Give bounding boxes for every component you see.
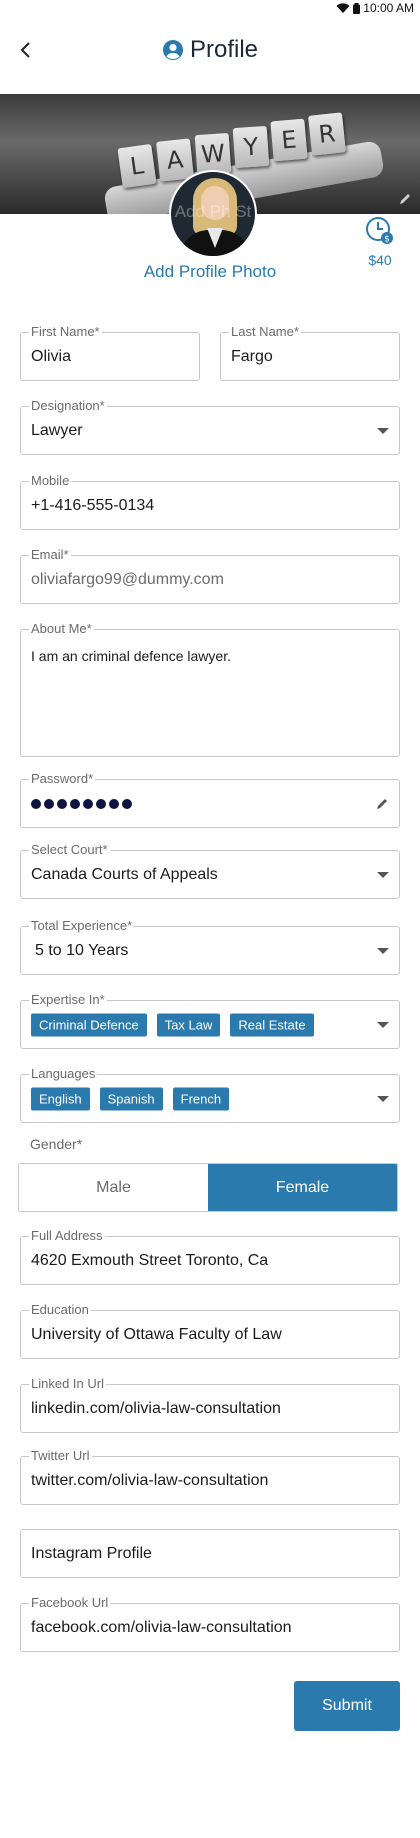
language-chip[interactable]: Spanish	[99, 1087, 163, 1110]
court-label: Select Court*	[29, 842, 110, 858]
address-label: Full Address	[29, 1228, 105, 1244]
mobile-field[interactable]: Mobile +1-416-555-0134	[20, 473, 400, 530]
avatar-overlay-text: Add Ph St	[174, 202, 252, 221]
experience-value: 5 to 10 Years	[35, 941, 129, 959]
facebook-value: facebook.com/olivia-law-consultation	[31, 1618, 292, 1636]
password-dot	[70, 798, 80, 809]
pencil-icon[interactable]	[375, 797, 389, 811]
address-value: 4620 Exmouth Street Toronto, Ca	[31, 1251, 269, 1269]
email-value: oliviafargo99@dummy.com	[31, 570, 224, 588]
court-value: Canada Courts of Appeals	[31, 865, 218, 883]
linkedin-label: Linked In Url	[29, 1376, 106, 1392]
gender-option-male[interactable]: Male	[19, 1164, 208, 1211]
password-field[interactable]: Password*	[20, 771, 400, 828]
about-me-textarea[interactable]: About Me* I am an criminal defence lawye…	[20, 621, 400, 757]
chevron-down-icon	[377, 871, 389, 878]
last-name-value: Fargo	[231, 347, 273, 365]
languages-label: Languages	[29, 1066, 98, 1082]
linkedin-field[interactable]: Linked In Url linkedin.com/olivia-law-co…	[20, 1376, 400, 1433]
experience-label: Total Experience*	[29, 918, 135, 934]
expertise-label: Expertise In*	[29, 992, 107, 1008]
languages-select[interactable]: Languages English Spanish French	[20, 1066, 400, 1123]
password-dot	[31, 798, 41, 809]
clock-dollar-icon: $	[366, 217, 393, 245]
password-dot	[57, 798, 67, 809]
cover-tile: L	[117, 143, 157, 189]
gender-toggle: Male Female	[18, 1163, 398, 1212]
first-name-field[interactable]: First Name* Olivia	[20, 324, 200, 381]
address-field[interactable]: Full Address 4620 Exmouth Street Toronto…	[20, 1228, 400, 1285]
expertise-chip[interactable]: Tax Law	[156, 1013, 221, 1036]
email-field[interactable]: Email* oliviafargo99@dummy.com	[20, 547, 400, 604]
mobile-value: +1-416-555-0134	[31, 496, 155, 514]
education-label: Education	[29, 1302, 91, 1318]
password-dot	[122, 798, 132, 809]
about-me-label: About Me*	[29, 621, 94, 637]
avatar[interactable]: Add Ph St	[169, 170, 257, 258]
gender-option-female[interactable]: Female	[208, 1164, 397, 1211]
designation-select[interactable]: Designation* Lawyer	[20, 398, 400, 455]
about-me-value: I am an criminal defence lawyer.	[31, 648, 231, 664]
user-circle-icon	[162, 40, 183, 60]
submit-button[interactable]: Submit	[294, 1681, 400, 1731]
chevron-down-icon	[377, 427, 389, 434]
cover-tile: W	[194, 132, 232, 176]
expertise-chips: Criminal Defence Tax Law Real Estate	[31, 1013, 314, 1036]
svg-text:$: $	[384, 235, 390, 245]
instagram-placeholder: Instagram Profile	[31, 1544, 152, 1562]
language-chips: English Spanish French	[31, 1087, 230, 1110]
last-name-field[interactable]: Last Name* Fargo	[220, 324, 400, 381]
designation-value: Lawyer	[31, 421, 83, 439]
status-time: 10:00 AM	[363, 1, 414, 15]
chevron-down-icon	[377, 1021, 389, 1028]
password-dot	[83, 798, 93, 809]
court-select[interactable]: Select Court* Canada Courts of Appeals	[20, 842, 400, 899]
language-chip[interactable]: French	[172, 1087, 230, 1110]
password-dot	[44, 798, 54, 809]
password-dot	[96, 798, 106, 809]
cover-tile: E	[270, 118, 308, 162]
add-profile-photo-link[interactable]: Add Profile Photo	[0, 262, 420, 282]
chevron-down-icon	[377, 1095, 389, 1102]
cover-tile: A	[156, 138, 194, 182]
linkedin-value: linkedin.com/olivia-law-consultation	[31, 1399, 281, 1417]
app-bar: Profile	[0, 18, 420, 92]
expertise-select[interactable]: Expertise In* Criminal Defence Tax Law R…	[20, 992, 400, 1049]
status-bar: 10:00 AM	[0, 0, 420, 16]
twitter-field[interactable]: Twitter Url twitter.com/olivia-law-consu…	[20, 1448, 400, 1505]
edit-cover-icon[interactable]	[398, 192, 412, 206]
first-name-label: First Name*	[29, 324, 102, 340]
mobile-label: Mobile	[29, 473, 72, 489]
facebook-field[interactable]: Facebook Url facebook.com/olivia-law-con…	[20, 1595, 400, 1652]
chevron-down-icon	[377, 947, 389, 954]
password-mask	[31, 798, 132, 809]
password-dot	[109, 798, 119, 809]
first-name-value: Olivia	[31, 347, 72, 365]
experience-select[interactable]: Total Experience* 5 to 10 Years	[20, 918, 400, 975]
email-label: Email*	[29, 547, 71, 563]
gender-label: Gender*	[30, 1136, 83, 1152]
page-title-group: Profile	[0, 36, 420, 64]
expertise-chip[interactable]: Criminal Defence	[31, 1013, 147, 1036]
cover-tile: R	[308, 112, 346, 156]
last-name-label: Last Name*	[229, 324, 301, 340]
language-chip[interactable]: English	[31, 1087, 90, 1110]
page-title: Profile	[189, 36, 259, 63]
education-field[interactable]: Education University of Ottawa Faculty o…	[20, 1302, 400, 1359]
password-label: Password*	[29, 771, 96, 787]
wifi-icon	[336, 2, 350, 13]
twitter-value: twitter.com/olivia-law-consultation	[31, 1471, 269, 1489]
cover-tile: Y	[232, 125, 270, 169]
twitter-label: Twitter Url	[29, 1448, 92, 1464]
instagram-field[interactable]: Instagram Profile	[20, 1529, 400, 1578]
designation-label: Designation*	[29, 398, 107, 414]
facebook-label: Facebook Url	[29, 1595, 111, 1611]
consultation-fee-badge[interactable]: $ $40	[360, 216, 400, 268]
expertise-chip[interactable]: Real Estate	[230, 1013, 314, 1036]
battery-icon	[353, 2, 361, 14]
education-value: University of Ottawa Faculty of Law	[31, 1325, 282, 1343]
